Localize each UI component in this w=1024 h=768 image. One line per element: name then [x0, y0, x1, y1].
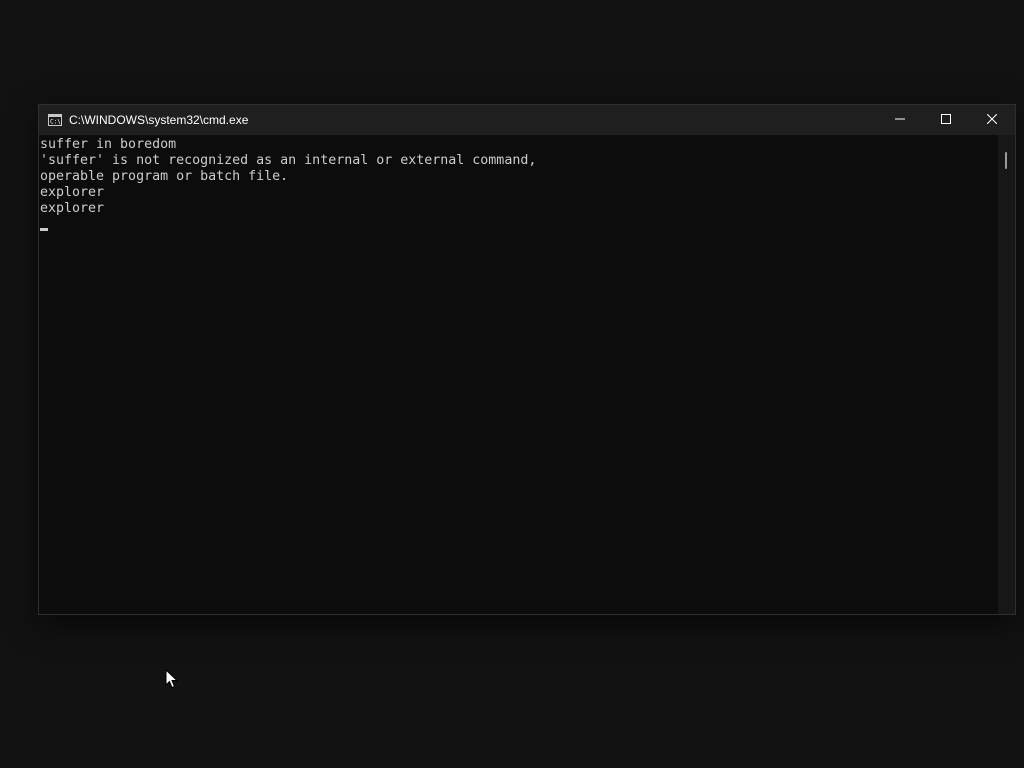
- cmd-icon: C:\: [48, 113, 62, 126]
- window-title: C:\WINDOWS\system32\cmd.exe: [69, 113, 249, 127]
- console-output[interactable]: suffer in boredom 'suffer' is not recogn…: [39, 135, 999, 614]
- console-line: explorer: [40, 185, 105, 200]
- mouse-pointer-icon: [165, 668, 179, 689]
- close-icon: [986, 111, 998, 129]
- console-line: explorer: [40, 201, 105, 216]
- minimize-button[interactable]: [877, 105, 923, 135]
- console-line: 'suffer' is not recognized as an interna…: [40, 153, 537, 168]
- text-cursor: [40, 228, 48, 231]
- cmd-window[interactable]: C:\ C:\WINDOWS\system32\cmd.exe suffer i…: [38, 104, 1016, 615]
- svg-text:C:\: C:\: [50, 119, 61, 126]
- maximize-button[interactable]: [923, 105, 969, 135]
- minimize-icon: [895, 111, 905, 129]
- close-button[interactable]: [969, 105, 1015, 135]
- console-line: operable program or batch file.: [40, 169, 289, 184]
- title-bar[interactable]: C:\ C:\WINDOWS\system32\cmd.exe: [39, 105, 1015, 135]
- vertical-scrollbar[interactable]: [998, 135, 1015, 614]
- desktop-background: C:\ C:\WINDOWS\system32\cmd.exe suffer i…: [0, 0, 1024, 768]
- scrollbar-thumb[interactable]: [1005, 152, 1007, 169]
- maximize-icon: [941, 111, 951, 129]
- console-line: suffer in boredom: [40, 137, 177, 152]
